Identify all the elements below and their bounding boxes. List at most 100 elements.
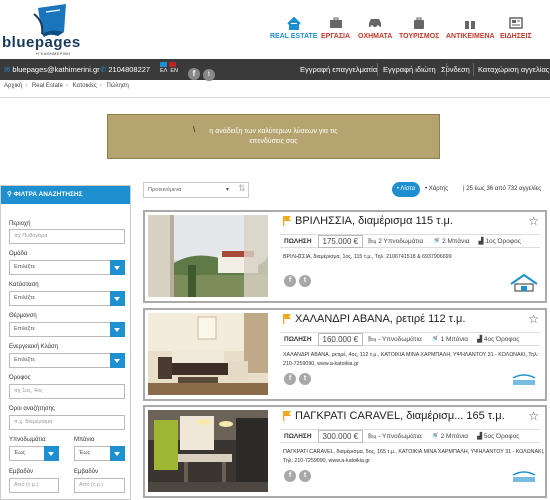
agency-logo[interactable] [509, 272, 539, 294]
chevron-down-icon[interactable]: ▾ [226, 186, 229, 193]
facebook-icon[interactable]: f [284, 373, 296, 385]
breadcrumb: Αρχική › Real Estate › Κατοικίες › Πώληση [4, 83, 129, 89]
listing-floor: ▟ 1ος Όροφος [478, 238, 521, 245]
language-switch[interactable]: ΕΛ EN [160, 60, 178, 81]
favorite-star-icon[interactable]: ☆ [528, 312, 539, 326]
nav-jobs[interactable]: ΕΡΓΑΣΙΑ [321, 16, 350, 40]
briefcase-icon [328, 16, 344, 30]
phone-link[interactable]: ✆ 2104808227 [100, 59, 150, 80]
nav-news[interactable]: ΕΙΔΗΣΕΙΣ [500, 16, 532, 40]
map-view-button[interactable]: • Χάρτης [425, 183, 448, 196]
energy-class-select[interactable]: Επιλέξτε [9, 353, 125, 368]
bed-icon: 🛏 [368, 433, 377, 440]
list-view-button[interactable]: • Λίστα [392, 182, 420, 197]
twitter-icon[interactable]: t [203, 63, 215, 84]
banner-line-1: η ανάδειξη των καλύτερων λύσεων για τις [209, 128, 338, 135]
listing-card[interactable]: ΧΑΛΑΝΔΡΙ ΑΒΑΝΑ, ρετιρέ 112 τ.μ. ☆ ΠΩΛΗΣΗ… [143, 308, 547, 401]
email-link[interactable]: ✉ bluepages@kathimerini.gr [4, 59, 100, 80]
listing-title[interactable]: ΧΑΛΑΝΔΡΙ ΑΒΑΝΑ, ρετιρέ 112 τ.μ. [295, 313, 465, 325]
agency-logo[interactable] [509, 467, 539, 489]
status-select[interactable]: Επιλέξτε [9, 291, 125, 306]
logo-mark-icon [33, 4, 66, 37]
twitter-icon[interactable]: t [299, 373, 311, 385]
floor-input[interactable]: πχ 1ος, 4ος [9, 384, 125, 399]
breadcrumb-sale: Πώληση [106, 83, 129, 89]
breadcrumb-home[interactable]: Αρχική [4, 83, 22, 89]
nav-tourism[interactable]: ΤΟΥΡΙΣΜΟΣ [399, 16, 439, 40]
stairs-icon: ▟ [477, 336, 483, 343]
listing-title[interactable]: ΒΡΙΛΗΣΣΙΑ, διαμέρισμα 115 τ.μ. [295, 215, 453, 227]
register-professional-link[interactable]: Εγγραφή επαγγελματία [300, 59, 377, 80]
shower-icon: 🚿 [430, 433, 439, 440]
post-ad-link[interactable]: Καταχώριση αγγελίας [478, 59, 549, 80]
listing-bedrooms: 🛏 2 Υπνοδωμάτια [368, 238, 424, 245]
nav-objects[interactable]: ΑΝΤΙΚΕΙΜΕΝΑ [446, 16, 495, 40]
logo-subtitle: Η ΚΑΘΗΜΕΡΙΝΗ [36, 51, 71, 56]
facebook-icon[interactable]: f [284, 470, 296, 482]
login-link[interactable]: Σύνδεση [441, 59, 470, 80]
area-input[interactable]: πχ Πυθαγόρα [9, 229, 125, 244]
bedrooms-select[interactable]: Έως [9, 446, 59, 461]
sort-select[interactable]: Προτεινόμενα [143, 182, 249, 198]
listing-description: ΠΑΓΚΡΑΤΙ CARAVEL, διαμέρισμα, 5ος, 165 τ… [283, 449, 545, 464]
agency-logo[interactable] [509, 370, 539, 392]
listing-photo[interactable] [148, 313, 268, 395]
listing-meta: ΠΩΛΗΣΗ 300.000 € 🛏 - Υπνοδωμάτια 🚿 2 Μπά… [280, 429, 540, 443]
search-terms-input[interactable]: π.χ. διαμέρισμα [9, 415, 125, 430]
chevron-down-icon [110, 322, 125, 337]
listing-photo[interactable] [148, 410, 268, 492]
listing-type: ΠΩΛΗΣΗ [284, 335, 312, 343]
newspaper-icon [508, 16, 524, 30]
listing-price: 160.000 € [317, 332, 364, 346]
listing-card[interactable]: ΠΑΓΚΡΑΤΙ CARAVEL, διαμέρισμ... 165 τ.μ. … [143, 405, 547, 498]
nav-label: ΑΝΤΙΚΕΙΜΕΝΑ [446, 33, 495, 40]
house-icon [286, 16, 302, 30]
register-private-link[interactable]: Εγγραφή ιδιώτη [383, 59, 436, 80]
group-select[interactable]: Επιλέξτε [9, 260, 125, 275]
shower-icon: 🚿 [432, 238, 441, 245]
divider [0, 97, 550, 98]
area-from-input[interactable]: Από (τ.μ.) [9, 478, 59, 493]
nav-label: ΕΙΔΗΣΕΙΣ [500, 33, 532, 40]
heating-select[interactable]: Επιλέξτε [9, 322, 125, 337]
chevron-down-icon [110, 291, 125, 306]
twitter-icon[interactable]: t [299, 275, 311, 287]
share-buttons: ft [284, 373, 314, 385]
favorite-star-icon[interactable]: ☆ [528, 214, 539, 228]
flag-icon [283, 411, 291, 421]
breadcrumb-residences[interactable]: Κατοικίες [73, 83, 97, 89]
nav-vehicles[interactable]: ΟΧΗΜΑΤΑ [358, 16, 392, 40]
nav-real-estate[interactable]: REAL ESTATE [270, 16, 317, 40]
top-bar: ✉ bluepages@kathimerini.gr ✆ 2104808227 … [0, 59, 550, 81]
chevron-down-icon [110, 446, 125, 461]
area-to-label: Εμβαδόν [74, 469, 99, 475]
listing-card[interactable]: ΒΡΙΛΗΣΣΙΑ, διαμέρισμα 115 τ.μ. ☆ ΠΩΛΗΣΗ … [143, 210, 547, 303]
listing-photo[interactable] [148, 215, 268, 297]
ad-banner[interactable]: \ η ανάδειξη των καλύτερων λύσεων για τι… [107, 114, 440, 159]
twitter-icon[interactable]: t [299, 470, 311, 482]
banner-line-2: επενδύσεις σας [249, 138, 298, 145]
favorite-star-icon[interactable]: ☆ [528, 409, 539, 423]
chevron-down-icon [110, 260, 125, 275]
results-count: | 25 έως 36 από 732 αγγελίες [463, 186, 542, 192]
facebook-icon[interactable]: f [284, 275, 296, 287]
facebook-icon[interactable]: f [188, 63, 200, 84]
search-filters-panel: ⚲ ΦΙΛΤΡΑ ΑΝΑΖΗΤΗΣΗΣ Περιοχή πχ Πυθαγόρα … [0, 185, 131, 500]
baths-select[interactable]: Έως [74, 446, 125, 461]
search-terms-label: Όροι αναζήτησης [9, 406, 55, 412]
heating-label: Θέρμανση [9, 313, 37, 319]
lang-en[interactable]: EN [170, 67, 178, 76]
area-to-input[interactable]: Από (τ.μ.) [74, 478, 125, 493]
logo-wordmark: bluepages [2, 34, 81, 51]
sort-order-icon[interactable]: ⇅ [238, 183, 246, 194]
lang-el[interactable]: ΕΛ [160, 67, 167, 76]
bluepages-logo[interactable]: bluepages Η ΚΑΘΗΜΕΡΙΝΗ [0, 0, 120, 60]
listing-meta: ΠΩΛΗΣΗ 175.000 € 🛏 2 Υπνοδωμάτια 🚿 2 Μπά… [280, 234, 540, 248]
listing-type: ΠΩΛΗΣΗ [284, 237, 312, 245]
car-icon [367, 16, 383, 30]
breadcrumb-real-estate[interactable]: Real Estate [32, 83, 63, 89]
listing-description: ΧΑΛΑΝΔΡΙ ΑΒΑΝΑ, ρετιρέ, 4ος, 112 τ.μ., Κ… [283, 352, 539, 367]
area-from-label: Εμβαδόν [9, 469, 34, 475]
listing-title[interactable]: ΠΑΓΚΡΑΤΙ CARAVEL, διαμέρισμ... 165 τ.μ. [295, 410, 505, 422]
listing-meta: ΠΩΛΗΣΗ 160.000 € 🛏 - Υπνοδωμάτια 🚿 1 Μπά… [280, 332, 540, 346]
